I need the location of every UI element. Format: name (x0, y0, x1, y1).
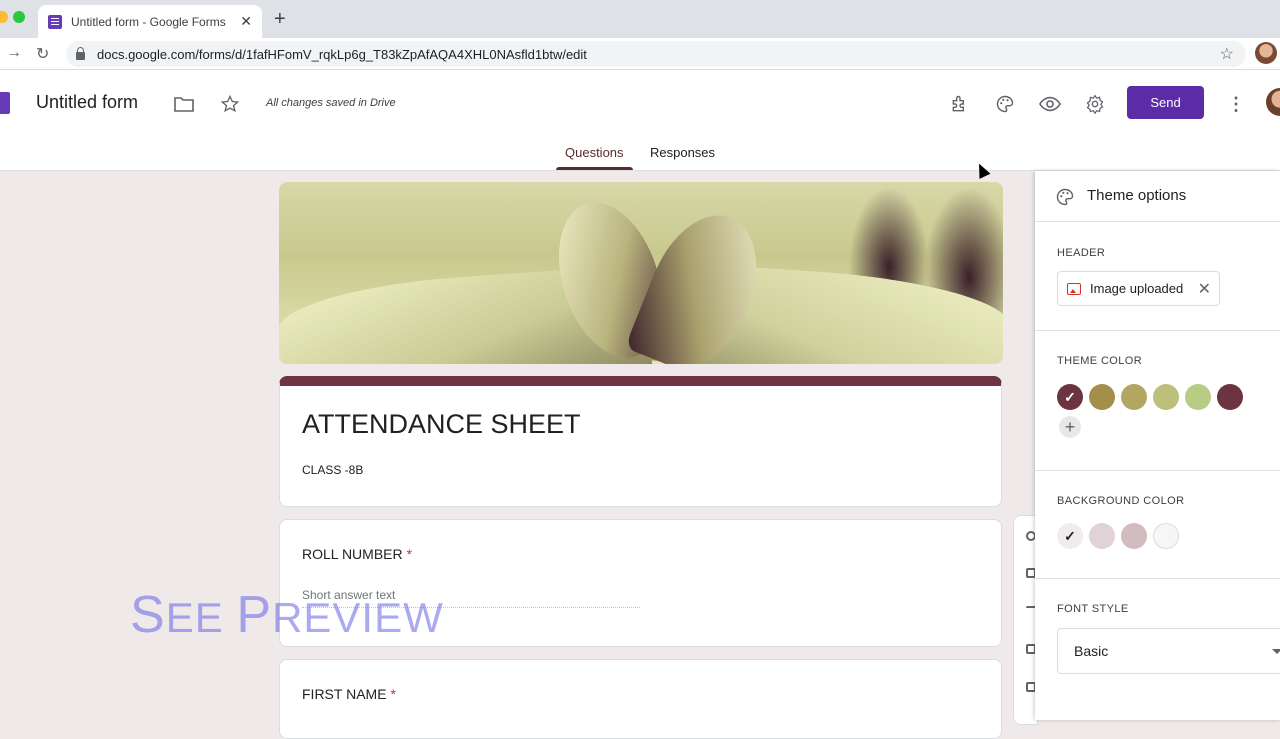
form-tabs: Questions Responses (0, 145, 1280, 170)
url-omnibox[interactable]: docs.google.com/forms/d/1fafHFomV_rqkLp6… (66, 41, 1246, 67)
add-custom-color-icon[interactable]: + (1059, 416, 1081, 438)
move-to-folder-icon[interactable] (172, 92, 196, 116)
theme-color-swatch[interactable]: ✓ (1057, 384, 1083, 410)
browser-tab-title: Untitled form - Google Forms (71, 14, 226, 29)
theme-color-label: THEME COLOR (1057, 355, 1143, 367)
header-image-chip-label: Image uploaded (1090, 281, 1184, 296)
browser-tab-strip: Untitled form - Google Forms ✕ + (0, 0, 1280, 38)
required-asterisk: * (390, 686, 396, 702)
google-forms-logo-icon[interactable] (0, 92, 10, 114)
close-tab-icon[interactable]: ✕ (240, 13, 252, 30)
bookmark-star-icon[interactable]: ☆ (1220, 44, 1234, 64)
header-section: HEADER Image uploaded ✕ (1035, 222, 1280, 331)
star-icon[interactable] (218, 92, 242, 116)
background-color-section: BACKGROUND COLOR ✓ (1035, 471, 1280, 579)
question-title[interactable]: FIRST NAME * (302, 686, 396, 702)
more-options-icon[interactable]: ⋮ (1224, 92, 1248, 116)
required-asterisk: * (406, 546, 413, 562)
palette-icon[interactable] (993, 92, 1017, 116)
url-text[interactable]: docs.google.com/forms/d/1fafHFomV_rqkLp6… (97, 47, 1220, 62)
form-name[interactable]: Untitled form (36, 92, 138, 113)
theme-panel-title: Theme options (1087, 187, 1187, 204)
forms-header: Untitled form All changes saved in Drive… (0, 70, 1280, 171)
font-style-value: Basic (1074, 643, 1109, 659)
form-title-card[interactable]: ATTENDANCE SHEET CLASS -8B (279, 376, 1002, 507)
reload-icon[interactable]: ↻ (36, 44, 49, 64)
theme-color-swatch[interactable] (1089, 384, 1115, 410)
palette-icon (1053, 185, 1077, 209)
save-status-text: All changes saved in Drive (266, 97, 396, 109)
minimize-window-button[interactable] (0, 11, 8, 23)
address-bar: → ↻ docs.google.com/forms/d/1fafHFomV_rq… (0, 38, 1280, 70)
font-style-section: FONT STYLE Basic (1035, 579, 1280, 719)
theme-color-section: THEME COLOR ✓ + (1035, 331, 1280, 471)
background-color-swatch[interactable]: ✓ (1057, 523, 1083, 549)
header-image-chip[interactable]: Image uploaded ✕ (1057, 271, 1220, 306)
zoom-window-button[interactable] (13, 11, 25, 23)
background-color-swatch[interactable] (1089, 523, 1115, 549)
theme-options-panel: Theme options HEADER Image uploaded ✕ TH… (1035, 171, 1280, 720)
account-avatar[interactable] (1266, 88, 1280, 116)
addons-puzzle-icon[interactable] (948, 92, 972, 116)
tab-responses[interactable]: Responses (641, 145, 724, 170)
theme-panel-header: Theme options (1035, 171, 1280, 222)
theme-color-swatch[interactable] (1185, 384, 1211, 410)
forward-arrow-icon[interactable]: → (6, 44, 22, 62)
theme-color-swatch[interactable] (1121, 384, 1147, 410)
remove-image-icon[interactable]: ✕ (1198, 279, 1211, 299)
question-title[interactable]: ROLL NUMBER * (302, 546, 412, 562)
browser-tab-forms[interactable]: Untitled form - Google Forms ✕ (38, 5, 262, 38)
background-color-swatch[interactable] (1121, 523, 1147, 549)
new-tab-icon[interactable]: + (274, 8, 286, 31)
image-icon (1067, 282, 1081, 295)
preview-eye-icon[interactable] (1038, 92, 1062, 116)
theme-color-swatch[interactable] (1217, 384, 1243, 410)
question-card[interactable]: FIRST NAME * (279, 659, 1002, 739)
font-style-label: FONT STYLE (1057, 603, 1129, 615)
tab-questions[interactable]: Questions (556, 145, 633, 170)
form-description[interactable]: CLASS -8B (302, 463, 363, 477)
see-preview-watermark: SEE PREVIEW (130, 586, 444, 644)
header-image (279, 182, 1003, 364)
dropdown-caret-icon (1272, 649, 1280, 654)
theme-color-swatch[interactable] (1153, 384, 1179, 410)
font-style-select[interactable]: Basic (1057, 628, 1280, 674)
send-button[interactable]: Send (1127, 86, 1204, 119)
browser-profile-avatar[interactable] (1255, 42, 1277, 64)
background-color-label: BACKGROUND COLOR (1057, 495, 1185, 507)
google-forms-favicon-icon (48, 14, 62, 29)
lock-icon (76, 46, 85, 60)
header-label: HEADER (1057, 247, 1106, 259)
background-color-swatch[interactable] (1153, 523, 1179, 549)
settings-gear-icon[interactable] (1083, 92, 1107, 116)
form-title[interactable]: ATTENDANCE SHEET (302, 409, 581, 440)
